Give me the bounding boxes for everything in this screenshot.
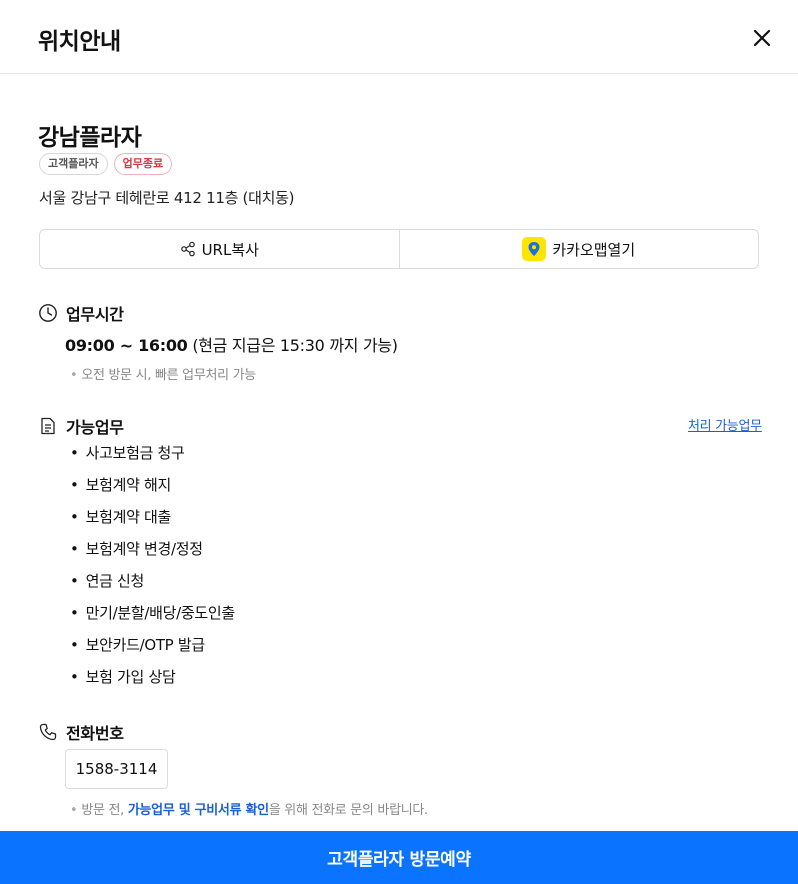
task-list: • 사고보험금 청구 • 보험계약 해지 • 보험계약 대출 • 보험계약 변경/정정 …: [70, 442, 235, 698]
phone-icon: [39, 723, 57, 741]
badge-group: 고객플라자 업무종료: [39, 153, 173, 175]
modal-content[interactable]: 강남플라자 고객플라자 업무종료 서울 강남구 테헤란로 412 11층 (대치…: [0, 74, 798, 831]
list-item: • 보험계약 대출: [70, 508, 172, 526]
copy-url-label: URL복사: [201, 240, 259, 259]
badge-type: 고객플라자: [39, 153, 108, 175]
clock-icon: [39, 304, 57, 322]
phone-note-highlight: 가능업무 및 구비서류 확인: [127, 803, 269, 818]
close-button[interactable]: [748, 24, 776, 52]
hours-section-header: 업무시간: [38, 301, 124, 325]
hours-note: • 오전 방문 시, 빠른 업무처리 가능: [70, 368, 256, 383]
list-item: • 보안카드/OTP 발급: [70, 636, 205, 654]
list-item: • 보험계약 변경/정정: [70, 540, 203, 558]
address: 서울 강남구 테헤란로 412 11층 (대치동): [39, 189, 295, 207]
hours-time: 09:00 ~ 16:00: [65, 336, 188, 355]
available-tasks-link[interactable]: 처리 가능업무: [688, 415, 762, 434]
phone-note: • 방문 전, 가능업무 및 구비서류 확인을 위해 전화로 문의 바랍니다.: [70, 803, 428, 818]
map-pin-icon: [522, 237, 547, 261]
hours-note-text: 오전 방문 시, 빠른 업무처리 가능: [81, 368, 256, 383]
modal-title: 위치안내: [38, 29, 121, 55]
list-item: • 만기/분할/배당/중도인출: [70, 604, 235, 622]
phone-title: 전화번호: [66, 724, 124, 743]
hours-detail: (현금 지급은 15:30 까지 가능): [192, 336, 398, 355]
hours-main: 09:00 ~ 16:00 (현금 지급은 15:30 까지 가능): [65, 332, 398, 356]
document-icon: [41, 417, 55, 435]
phone-section-header: 전화번호: [38, 720, 124, 744]
hours-title: 업무시간: [66, 305, 124, 324]
copy-url-button[interactable]: URL복사: [40, 230, 399, 268]
tasks-section-header: 가능업무: [38, 414, 124, 438]
list-item: • 연금 신청: [70, 572, 145, 590]
modal-header: 위치안내: [0, 0, 798, 74]
tasks-title: 가능업무: [66, 418, 124, 437]
close-icon: [753, 29, 771, 47]
phone-number-button[interactable]: 1588-3114: [65, 749, 168, 789]
visit-reservation-button[interactable]: 고객플라자 방문예약: [0, 831, 798, 884]
list-item: • 보험 가입 상담: [70, 668, 176, 686]
list-item: • 보험계약 해지: [70, 476, 172, 494]
place-name: 강남플라자: [38, 125, 142, 151]
kakao-map-label: 카카오맵열기: [552, 240, 636, 259]
share-icon: [180, 241, 195, 257]
badge-status: 업무종료: [113, 153, 173, 175]
action-row: URL복사 카카오맵열기: [39, 229, 759, 269]
kakao-map-button[interactable]: 카카오맵열기: [398, 230, 759, 268]
list-item: • 사고보험금 청구: [70, 444, 185, 462]
